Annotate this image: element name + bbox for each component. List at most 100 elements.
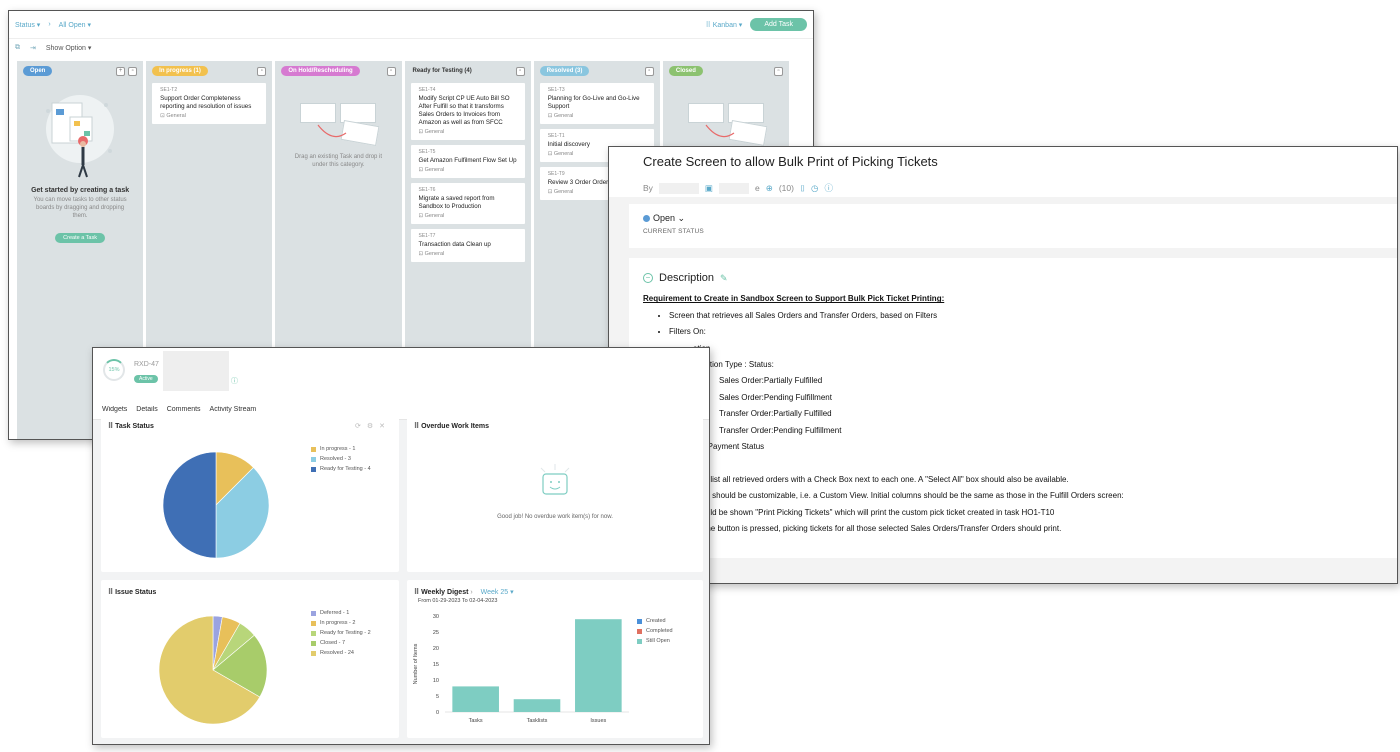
views-icon: ⊕ bbox=[765, 182, 773, 193]
status-badge[interactable]: Active bbox=[134, 375, 158, 383]
description-line: isted should be customizable, i.e. a Cus… bbox=[693, 491, 1124, 501]
add-icon[interactable]: + bbox=[116, 66, 126, 76]
settings-icon[interactable]: ▫ bbox=[257, 66, 267, 76]
legend-swatch bbox=[637, 638, 642, 644]
views-count: (10) bbox=[778, 183, 794, 193]
widget-title: ⠿ Weekly Digest › Week 25 ▾ bbox=[414, 588, 514, 596]
task-tag: General bbox=[553, 151, 574, 157]
task-tag: General bbox=[424, 167, 445, 173]
legend-label: Closed - 7 bbox=[320, 640, 346, 646]
create-task-button[interactable]: Create a Task bbox=[55, 233, 105, 243]
show-option-dropdown[interactable]: Show Option ▾ bbox=[46, 44, 92, 52]
overdue-widget: ⠿ Overdue Work Items Good job! No overdu… bbox=[407, 414, 703, 572]
y-tick-label: 25 bbox=[433, 630, 439, 636]
breadcrumb-separator: › bbox=[48, 21, 51, 28]
legend-item[interactable]: Created bbox=[637, 618, 673, 624]
task-title: Create Screen to allow Bulk Print of Pic… bbox=[643, 154, 938, 169]
legend-label: Completed bbox=[646, 628, 673, 634]
collapse-icon[interactable]: − bbox=[643, 273, 653, 284]
drop-hint: Drag an existing Task and drop it under … bbox=[294, 154, 383, 168]
legend-swatch bbox=[637, 618, 642, 624]
info-icon[interactable]: ⓘ bbox=[231, 376, 238, 386]
status-panel: Open ⌄ CURRENT STATUS bbox=[629, 204, 1397, 248]
y-axis-label: Number of Items bbox=[413, 643, 419, 684]
collapse-icon[interactable]: ⇥ bbox=[30, 44, 36, 52]
description-heading: − Description ✎ bbox=[643, 270, 1383, 286]
pie-slice[interactable] bbox=[162, 451, 217, 559]
add-task-button[interactable]: Add Task bbox=[750, 18, 807, 31]
status-filter-item: Sales Order:Partially Fulfilled bbox=[719, 373, 1383, 389]
edit-icon[interactable]: ✎ bbox=[720, 273, 728, 283]
settings-icon[interactable]: ▫ bbox=[386, 66, 396, 76]
widget-title: ⠿ Overdue Work Items bbox=[414, 422, 489, 430]
due-date bbox=[718, 182, 749, 194]
task-title: Modify Script CP UE Auto Bill SO After F… bbox=[418, 95, 510, 126]
view-selector[interactable]: ⠿ Kanban ▾ bbox=[706, 21, 743, 29]
task-card[interactable]: SE1-T2 Support Order Completeness report… bbox=[152, 83, 267, 124]
legend-item[interactable]: Closed - 7 bbox=[311, 640, 371, 646]
legend-item[interactable]: In progress - 2 bbox=[311, 620, 371, 626]
task-id: SE1-T1 bbox=[547, 133, 565, 139]
task-tag: General bbox=[424, 213, 445, 219]
bar[interactable] bbox=[452, 686, 499, 712]
task-tag: General bbox=[553, 189, 574, 195]
bar[interactable] bbox=[575, 619, 622, 712]
settings-icon[interactable]: ▫ bbox=[644, 66, 654, 76]
legend-item[interactable]: In progress - 1 bbox=[311, 446, 371, 452]
legend-swatch bbox=[637, 628, 642, 634]
bar[interactable] bbox=[513, 699, 561, 712]
task-title: Migrate a saved report from Sandbox to P… bbox=[418, 195, 495, 210]
y-tick-label: 10 bbox=[433, 678, 439, 684]
info-icon[interactable]: ⓘ bbox=[824, 182, 833, 194]
legend-item[interactable]: Resolved - 24 bbox=[311, 650, 371, 656]
progress-ring: 15% bbox=[103, 359, 125, 381]
task-id: SE1-T2 bbox=[160, 87, 178, 93]
breadcrumb-status[interactable]: Status ▾ bbox=[15, 21, 40, 29]
legend-swatch bbox=[311, 446, 316, 452]
task-title: Transaction data Clean up bbox=[418, 241, 491, 248]
filter-icon[interactable]: ⧉ bbox=[15, 44, 20, 52]
description-line: pify Payment Status bbox=[693, 442, 765, 452]
task-title: Support Order Completeness reporting and… bbox=[160, 95, 252, 110]
timer-icon[interactable]: ◷ bbox=[811, 183, 818, 194]
legend-label: Created bbox=[646, 618, 666, 624]
column-title: Closed bbox=[668, 66, 703, 76]
task-id: SE1-T4 bbox=[418, 87, 436, 93]
status-label: CURRENT STATUS bbox=[643, 228, 704, 235]
settings-icon[interactable]: ▫ bbox=[774, 66, 784, 76]
legend-item[interactable]: Still Open bbox=[637, 638, 673, 644]
attachment-icon[interactable]: ⌷ bbox=[800, 183, 805, 194]
week-selector[interactable]: Week 25 ▾ bbox=[481, 589, 514, 596]
breadcrumb-all-open[interactable]: All Open ▾ bbox=[59, 21, 91, 29]
task-card[interactable]: SE1-T5 Get Amazon Fulfilment Flow Set Up… bbox=[410, 145, 525, 178]
y-tick-label: 5 bbox=[436, 694, 439, 700]
task-card[interactable]: SE1-T4 Modify Script CP UE Auto Bill SO … bbox=[410, 83, 525, 140]
legend-item[interactable]: Ready for Testing - 4 bbox=[311, 466, 371, 472]
task-card[interactable]: SE1-T3 Planning for Go-Live and Go-Live … bbox=[539, 83, 654, 124]
task-id: SE1-T7 bbox=[418, 233, 436, 239]
legend-label: Still Open bbox=[646, 638, 670, 644]
status-dropdown[interactable]: Open ⌄ bbox=[643, 213, 1383, 224]
task-meta: By ▣ e ⊕ (10) ⌷ ◷ ⓘ bbox=[643, 182, 1363, 194]
task-tag: General bbox=[424, 129, 445, 135]
task-card[interactable]: SE1-T7 Transaction data Clean up ⊡ Gener… bbox=[410, 229, 525, 262]
calendar-icon[interactable]: ▣ bbox=[705, 183, 713, 194]
legend-item[interactable]: Resolved - 3 bbox=[311, 456, 371, 462]
legend-item[interactable]: Deferred - 1 bbox=[311, 610, 371, 616]
settings-icon[interactable]: ▫ bbox=[128, 66, 138, 76]
weekly-digest-widget: ⠿ Weekly Digest › Week 25 ▾ From 01-29-2… bbox=[407, 580, 703, 738]
description-panel: − Description ✎ Requirement to Create in S… bbox=[629, 258, 1397, 558]
widget-controls[interactable]: ⟳⚙✕ bbox=[355, 422, 391, 430]
issue-status-pie bbox=[158, 615, 268, 725]
legend-label: Resolved - 24 bbox=[320, 650, 354, 656]
description-line: en the button is pressed, picking ticket… bbox=[693, 524, 1062, 534]
legend-swatch bbox=[311, 466, 316, 472]
task-card[interactable]: SE1-T6 Migrate a saved report from Sandb… bbox=[410, 183, 525, 224]
legend-item[interactable]: Ready for Testing - 2 bbox=[311, 630, 371, 636]
legend-item[interactable]: Completed bbox=[637, 628, 673, 634]
task-detail-header: Create Screen to allow Bulk Print of Pic… bbox=[609, 147, 1397, 197]
settings-icon[interactable]: ▫ bbox=[515, 66, 525, 76]
legend-label: Resolved - 3 bbox=[320, 456, 351, 462]
widget-title-text: Issue Status bbox=[115, 589, 157, 596]
status-value: Open ⌄ bbox=[653, 213, 686, 223]
